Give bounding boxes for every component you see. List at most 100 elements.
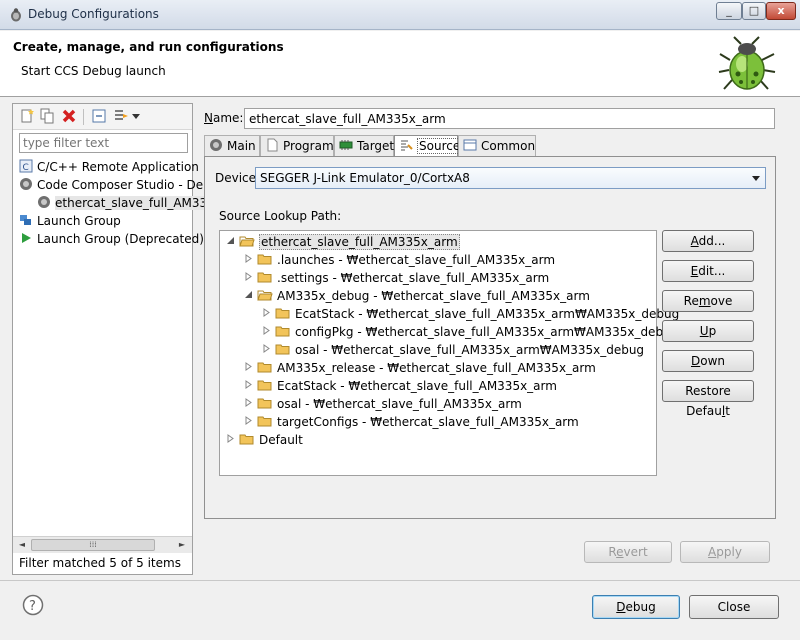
tab-label: Main — [227, 139, 256, 153]
source-tree-label: ethercat_slave_full_AM335x_arm — [259, 234, 460, 250]
collapsed-arrow-icon[interactable] — [242, 360, 254, 378]
collapsed-arrow-icon[interactable] — [242, 414, 254, 432]
tab-label: Source — [417, 138, 463, 154]
maximize-button[interactable]: □ — [742, 2, 766, 20]
target-chip-icon — [339, 140, 353, 150]
horizontal-scrollbar[interactable]: ◄ ⁞⁞⁞ ► — [13, 536, 192, 553]
source-tree-row[interactable]: configPkg - ₩ethercat_slave_full_AM335x_… — [220, 323, 678, 342]
debug-button[interactable]: Debug — [592, 595, 680, 619]
collapsed-arrow-icon[interactable] — [224, 432, 236, 450]
tab-common[interactable]: Common — [458, 135, 536, 156]
filter-status: Filter matched 5 of 5 items — [19, 556, 181, 570]
tree-item-code-composer-studio[interactable]: Code Composer Studio - De — [19, 176, 203, 194]
tree-item-launch-group-deprecated[interactable]: Launch Group (Deprecated) — [19, 230, 204, 248]
configurations-panel: C C/C++ Remote Application Code Composer … — [12, 103, 215, 575]
filter-input[interactable] — [19, 133, 188, 153]
source-tree-row[interactable]: AM335x_release - ₩ethercat_slave_full_AM… — [220, 359, 656, 377]
source-tree-label: Default — [259, 433, 303, 447]
svg-text:?: ? — [29, 599, 36, 614]
collapsed-arrow-icon[interactable] — [242, 396, 254, 414]
scrollbar-thumb[interactable]: ⁞⁞⁞ — [31, 539, 155, 551]
name-field[interactable] — [244, 108, 775, 129]
expanded-arrow-icon[interactable] — [242, 288, 254, 306]
collapsed-arrow-icon[interactable] — [260, 342, 272, 360]
new-configuration-icon[interactable] — [19, 108, 35, 124]
close-button[interactable]: Close — [689, 595, 779, 619]
source-lookup-tree[interactable]: ethercat_slave_full_AM335x_arm .launches … — [219, 230, 679, 476]
tab-program[interactable]: Program — [260, 135, 334, 156]
close-icon: x — [777, 4, 785, 17]
scrollbar-grip: ⁞⁞⁞ — [89, 540, 97, 549]
document-icon — [267, 138, 278, 152]
source-tree-row[interactable]: targetConfigs - ₩ethercat_slave_full_AM3… — [220, 413, 656, 431]
tab-source[interactable]: Source — [394, 135, 463, 157]
green-bug-icon — [718, 36, 776, 90]
duplicate-icon[interactable] — [39, 108, 55, 124]
collapsed-arrow-icon[interactable] — [260, 306, 272, 324]
restore-default-button[interactable]: Restore Default — [662, 380, 754, 418]
tree-item-label: ethercat_slave_full_AM335 — [55, 196, 215, 210]
source-tree-row[interactable]: Default — [220, 431, 656, 449]
help-icon[interactable]: ? — [22, 594, 44, 616]
folder-icon — [275, 308, 290, 319]
source-tree-row[interactable]: .settings - ₩ethercat_slave_full_AM335x_… — [220, 269, 656, 287]
tree-item-launch-group[interactable]: Launch Group — [19, 212, 121, 230]
folder-icon — [257, 272, 272, 283]
source-tree-row[interactable]: AM335x_debug - ₩ethercat_slave_full_AM33… — [220, 287, 656, 305]
source-tree-label: osal - ₩ethercat_slave_full_AM335x_arm₩A… — [295, 343, 645, 357]
configurations-toolbar — [13, 104, 192, 130]
folder-icon — [257, 254, 272, 265]
collapsed-arrow-icon[interactable] — [260, 324, 272, 342]
filter-configurations-icon[interactable] — [113, 108, 129, 124]
folder-icon — [257, 362, 272, 373]
source-lookup-icon — [401, 140, 413, 151]
minimize-button[interactable]: _ — [716, 2, 742, 20]
tab-label: Target — [357, 139, 395, 153]
folder-icon — [239, 236, 255, 247]
expanded-arrow-icon[interactable] — [224, 234, 236, 252]
folder-icon — [275, 344, 290, 355]
ccs-debug-icon — [20, 178, 32, 190]
collapsed-arrow-icon[interactable] — [242, 252, 254, 270]
source-tree-label: .settings - ₩ethercat_slave_full_AM335x_… — [277, 271, 550, 285]
close-window-button[interactable]: x — [766, 2, 796, 20]
header-subtitle: Start CCS Debug launch — [21, 64, 166, 78]
edit-button[interactable]: Edit... — [662, 260, 754, 282]
ccs-debug-icon — [210, 139, 222, 151]
source-tree-row[interactable]: ethercat_slave_full_AM335x_arm — [220, 233, 656, 251]
source-tree-row[interactable]: .launches - ₩ethercat_slave_full_AM335x_… — [220, 251, 656, 269]
c-file-icon: C — [19, 159, 33, 173]
apply-button[interactable]: Apply — [680, 541, 770, 563]
device-select[interactable]: SEGGER J-Link Emulator_0/CortxA8 — [255, 167, 766, 189]
folder-icon — [257, 398, 272, 409]
source-tree-row[interactable]: osal - ₩ethercat_slave_full_AM335x_arm₩A… — [220, 341, 656, 359]
scroll-right-icon[interactable]: ► — [175, 539, 189, 551]
revert-button[interactable]: Revert — [584, 541, 672, 563]
collapse-all-icon[interactable] — [91, 108, 107, 124]
debug-bug-icon — [11, 8, 21, 22]
source-tree-row[interactable]: EcatStack - ₩ethercat_slave_full_AM335x_… — [220, 377, 656, 395]
source-tree-row[interactable]: EcatStack - ₩ethercat_slave_full_AM335x_… — [220, 305, 679, 324]
folder-icon — [275, 326, 290, 337]
add-button[interactable]: Add... — [662, 230, 754, 252]
tab-target[interactable]: Target — [334, 135, 394, 156]
tree-item-ethercat-config[interactable]: ethercat_slave_full_AM335 — [37, 194, 215, 212]
down-button[interactable]: Down — [662, 350, 754, 372]
folder-icon — [239, 434, 254, 445]
up-button[interactable]: Up — [662, 320, 754, 342]
scroll-left-icon[interactable]: ◄ — [15, 539, 29, 551]
source-tree-row[interactable]: osal - ₩ethercat_slave_full_AM335x_arm — [220, 395, 656, 413]
source-tree-label: AM335x_debug - ₩ethercat_slave_full_AM33… — [277, 289, 590, 303]
tab-main[interactable]: Main — [204, 135, 260, 156]
collapsed-arrow-icon[interactable] — [242, 270, 254, 288]
device-label: Device — [215, 171, 257, 185]
tab-label: Program — [283, 139, 334, 153]
collapsed-arrow-icon[interactable] — [242, 378, 254, 396]
tree-item-cpp-remote-application[interactable]: C C/C++ Remote Application — [19, 158, 199, 176]
remove-button[interactable]: Remove — [662, 290, 754, 312]
tree-item-label: Code Composer Studio - De — [37, 178, 204, 192]
delete-icon[interactable] — [61, 108, 77, 124]
source-tree-label: EcatStack - ₩ethercat_slave_full_AM335x_… — [277, 379, 557, 393]
view-menu-chevron-down-icon[interactable] — [131, 108, 141, 124]
minimize-icon: _ — [726, 4, 732, 17]
